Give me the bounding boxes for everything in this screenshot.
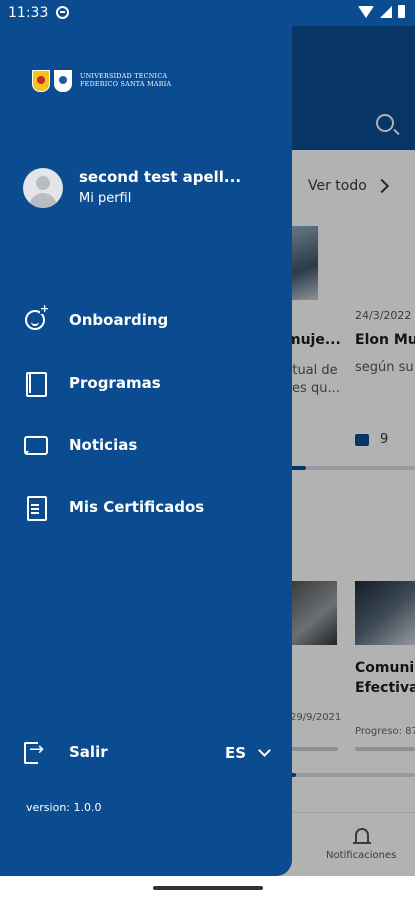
menu-item-label: Programas: [69, 374, 161, 392]
chevron-down-icon: [258, 744, 271, 757]
user-name[interactable]: second test apell...: [79, 168, 241, 186]
book-icon: [23, 371, 47, 397]
clock: 11:33: [8, 5, 49, 21]
menu-item-onboarding[interactable]: Onboarding: [23, 303, 273, 335]
menu-item-programas[interactable]: Programas: [23, 368, 273, 398]
logo-line: UNIVERSIDAD TECNICA: [80, 73, 168, 80]
crest-icon: [54, 70, 72, 92]
logout-button[interactable]: Salir: [23, 739, 108, 764]
logout-label: Salir: [69, 743, 108, 761]
person-icon: [36, 176, 50, 190]
navigation-drawer: UNIVERSIDAD TECNICA FEDERICO SANTA MARIA…: [0, 0, 292, 876]
do-not-disturb-icon: [56, 6, 69, 19]
university-logo: UNIVERSIDAD TECNICA FEDERICO SANTA MARIA: [32, 70, 171, 92]
app-version: version: 1.0.0: [26, 801, 102, 814]
status-bar: 11:33: [0, 0, 415, 26]
crest-icon: [32, 70, 50, 92]
logout-icon: [23, 739, 47, 764]
battery-icon: [398, 5, 405, 18]
home-gesture-handle[interactable]: [153, 886, 263, 890]
avatar[interactable]: [23, 168, 63, 208]
chat-icon: [23, 433, 48, 457]
menu-item-noticias[interactable]: Noticias: [23, 430, 273, 460]
logo-line: FEDERICO SANTA MARIA: [80, 81, 172, 88]
language-code: ES: [225, 744, 247, 762]
onboarding-icon: [25, 303, 50, 330]
signal-icon: [380, 5, 392, 18]
logo-text: UNIVERSIDAD TECNICA FEDERICO SANTA MARIA: [80, 73, 171, 89]
language-selector[interactable]: ES: [225, 744, 271, 762]
menu-item-label: Onboarding: [69, 311, 169, 329]
status-icons: [358, 5, 405, 18]
wifi-icon: [358, 5, 374, 18]
person-icon-body: [29, 193, 57, 208]
menu-item-label: Noticias: [69, 436, 138, 454]
document-icon: [23, 495, 47, 521]
menu-item-mis-certificados[interactable]: Mis Certificados: [23, 492, 273, 522]
menu-item-label: Mis Certificados: [69, 498, 205, 516]
my-profile-link[interactable]: Mi perfil: [79, 191, 131, 206]
